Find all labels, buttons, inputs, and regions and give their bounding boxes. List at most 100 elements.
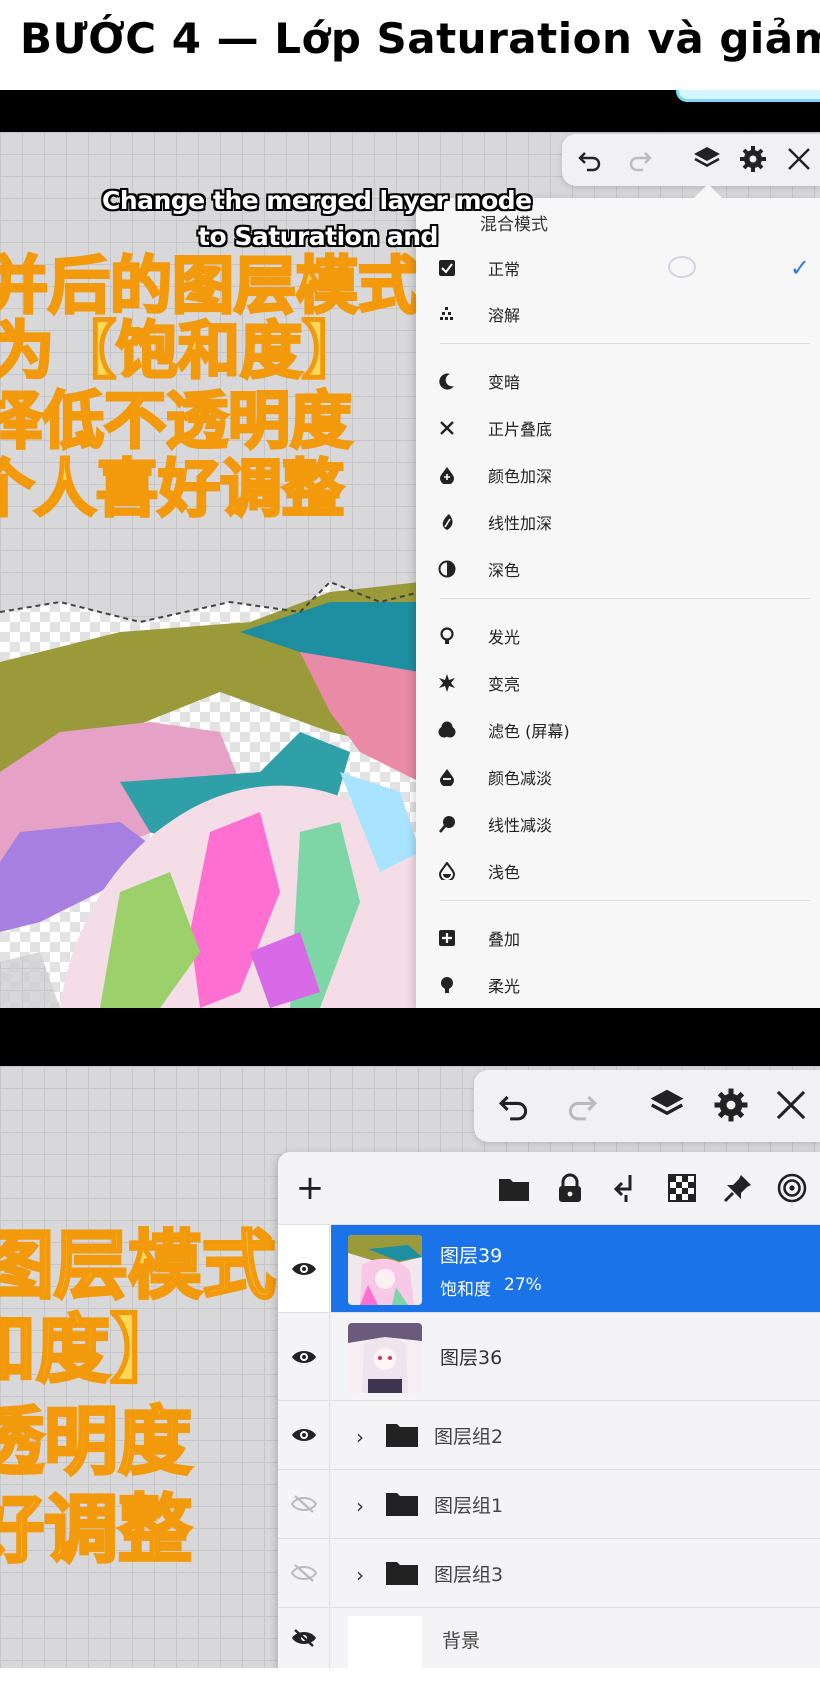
- folder-icon: [386, 1490, 418, 1516]
- check-icon: ✓: [789, 254, 810, 282]
- blend-item-label: 变亮: [488, 675, 521, 694]
- blend-item-lighter-color[interactable]: 浅色: [436, 853, 820, 889]
- folder-icon: [386, 1421, 418, 1447]
- blend-item-label: 颜色减淡: [488, 769, 553, 788]
- blend-item-glow[interactable]: 发光: [436, 618, 820, 654]
- ghost-toggle: [668, 256, 696, 278]
- soft-light-icon: [436, 974, 458, 996]
- target-icon[interactable]: [774, 1170, 810, 1206]
- undo-icon[interactable]: [496, 1088, 532, 1124]
- add-layer-button[interactable]: +: [292, 1170, 328, 1206]
- blend-item-multiply[interactable]: 正片叠底: [436, 410, 820, 446]
- layers-panel: + 图层39 饱和度 27% 图层36 › 图层组2 › 图层组1 › 图层组3…: [278, 1152, 820, 1668]
- layer-group-1[interactable]: › 图层组1: [278, 1469, 820, 1538]
- menu-divider: [440, 900, 810, 901]
- layer-group-2[interactable]: › 图层组2: [278, 1400, 820, 1469]
- chevron-right-icon[interactable]: ›: [356, 1563, 364, 1587]
- layers-icon[interactable]: [692, 144, 722, 174]
- gear-icon[interactable]: [738, 144, 768, 174]
- layers-icon[interactable]: [648, 1086, 686, 1124]
- blend-item-dissolve[interactable]: 溶解: [436, 296, 820, 332]
- blend-item-soft-light[interactable]: 柔光: [436, 967, 820, 1003]
- darker-color-icon: [436, 558, 458, 580]
- caption-line-4: 好调整: [0, 1486, 194, 1575]
- blend-mode-menu: 混合模式 正常 ✓ 溶解 变暗 正片叠底 颜色加深 线性加深 深色 发光 变亮 …: [416, 183, 820, 1008]
- page: BƯỚC 4 — Lớp Saturation và giảm 并后的图层模式 …: [0, 0, 820, 1708]
- merge-down-icon[interactable]: [608, 1170, 644, 1206]
- undo-icon[interactable]: [576, 146, 604, 174]
- redo-icon[interactable]: [626, 146, 654, 174]
- blend-item-label: 线性加深: [488, 514, 553, 533]
- blend-item-label: 变暗: [488, 373, 521, 392]
- menu-divider: [440, 598, 810, 599]
- multiply-x-icon: [436, 417, 458, 439]
- color-dodge-icon: [436, 766, 458, 788]
- blend-item-label: 颜色加深: [488, 467, 553, 486]
- blend-item-label: 深色: [488, 561, 521, 580]
- subtitle-line-2: to Saturation and: [198, 222, 438, 251]
- blend-item-label: 柔光: [488, 977, 521, 996]
- lock-icon[interactable]: [552, 1170, 588, 1206]
- layer-row-39[interactable]: 图层39 饱和度 27%: [278, 1224, 820, 1313]
- blend-item-label: 叠加: [488, 930, 521, 949]
- eye-visible-icon[interactable]: [278, 1401, 330, 1469]
- blend-item-linear-burn[interactable]: 线性加深: [436, 504, 820, 540]
- blend-item-normal[interactable]: 正常 ✓: [436, 250, 820, 286]
- close-icon[interactable]: [774, 1088, 808, 1122]
- chevron-right-icon[interactable]: ›: [356, 1425, 364, 1449]
- layer-name: 背景: [442, 1630, 481, 1652]
- layer-opacity: 27%: [504, 1275, 542, 1295]
- caption-line-4: 个人喜好调整: [0, 451, 346, 527]
- blend-item-label: 滤色 (屏幕): [488, 722, 570, 741]
- redo-icon[interactable]: [564, 1088, 600, 1124]
- layer-thumbnail: [348, 1323, 422, 1393]
- blend-item-screen[interactable]: 滤色 (屏幕): [436, 712, 820, 748]
- caption-line-2: 和度】: [0, 1306, 186, 1395]
- eye-hidden-icon[interactable]: [278, 1470, 330, 1538]
- checker-icon[interactable]: [664, 1170, 700, 1206]
- screenshot-blend-menu: 并后的图层模式 为【饱和度】 择低不透明度 个人喜好调整 混合模式 正常 ✓ 溶…: [0, 90, 820, 1065]
- chevron-right-icon[interactable]: ›: [356, 1494, 364, 1518]
- dissolve-icon: [436, 303, 458, 325]
- blend-item-label: 线性减淡: [488, 816, 553, 835]
- blend-item-color-burn[interactable]: 颜色加深: [436, 457, 820, 493]
- pin-icon[interactable]: [720, 1170, 756, 1206]
- folder-icon[interactable]: [496, 1170, 532, 1206]
- moon-icon: [436, 370, 458, 392]
- blend-item-label: 发光: [488, 628, 521, 647]
- blend-item-lighten[interactable]: 变亮: [436, 665, 820, 701]
- blend-item-overlay[interactable]: 叠加: [436, 920, 820, 956]
- gear-icon[interactable]: [712, 1086, 750, 1124]
- overlay-plus-icon: [436, 927, 458, 949]
- color-burn-icon: [436, 464, 458, 486]
- top-toolbar: [562, 134, 820, 186]
- linear-burn-icon: [436, 511, 458, 533]
- blend-item-darker-color[interactable]: 深色: [436, 551, 820, 587]
- blend-item-label: 正常: [488, 260, 521, 279]
- sun-icon: [436, 672, 458, 694]
- linear-dodge-icon: [436, 813, 458, 835]
- blend-item-label: 正片叠底: [488, 420, 553, 439]
- lighter-color-icon: [436, 860, 458, 882]
- layer-background[interactable]: 背景: [278, 1607, 820, 1668]
- decorative-strip: [676, 90, 820, 102]
- page-title: BƯỚC 4 — Lớp Saturation và giảm: [20, 14, 820, 63]
- blend-item-linear-dodge[interactable]: 线性减淡: [436, 806, 820, 842]
- menu-divider: [440, 343, 810, 344]
- layer-group-3[interactable]: › 图层组3: [278, 1538, 820, 1607]
- group-name: 图层组1: [434, 1495, 504, 1517]
- blend-item-color-dodge[interactable]: 颜色减淡: [436, 759, 820, 795]
- eye-visible-icon[interactable]: [278, 1225, 330, 1312]
- blend-item-label: 浅色: [488, 863, 521, 882]
- close-icon[interactable]: [786, 146, 812, 172]
- layers-toolbar: +: [278, 1152, 820, 1224]
- subtitle-line-1: Change the merged layer mode: [102, 186, 532, 215]
- blend-item-darken[interactable]: 变暗: [436, 363, 820, 399]
- layer-row-36[interactable]: 图层36: [278, 1312, 820, 1400]
- eye-visible-icon[interactable]: [278, 1313, 330, 1400]
- group-name: 图层组2: [434, 1426, 504, 1448]
- blend-item-label: 溶解: [488, 306, 521, 325]
- layer-name: 图层39: [440, 1245, 503, 1267]
- eye-hidden-icon[interactable]: [278, 1608, 330, 1668]
- eye-hidden-icon[interactable]: [278, 1539, 330, 1607]
